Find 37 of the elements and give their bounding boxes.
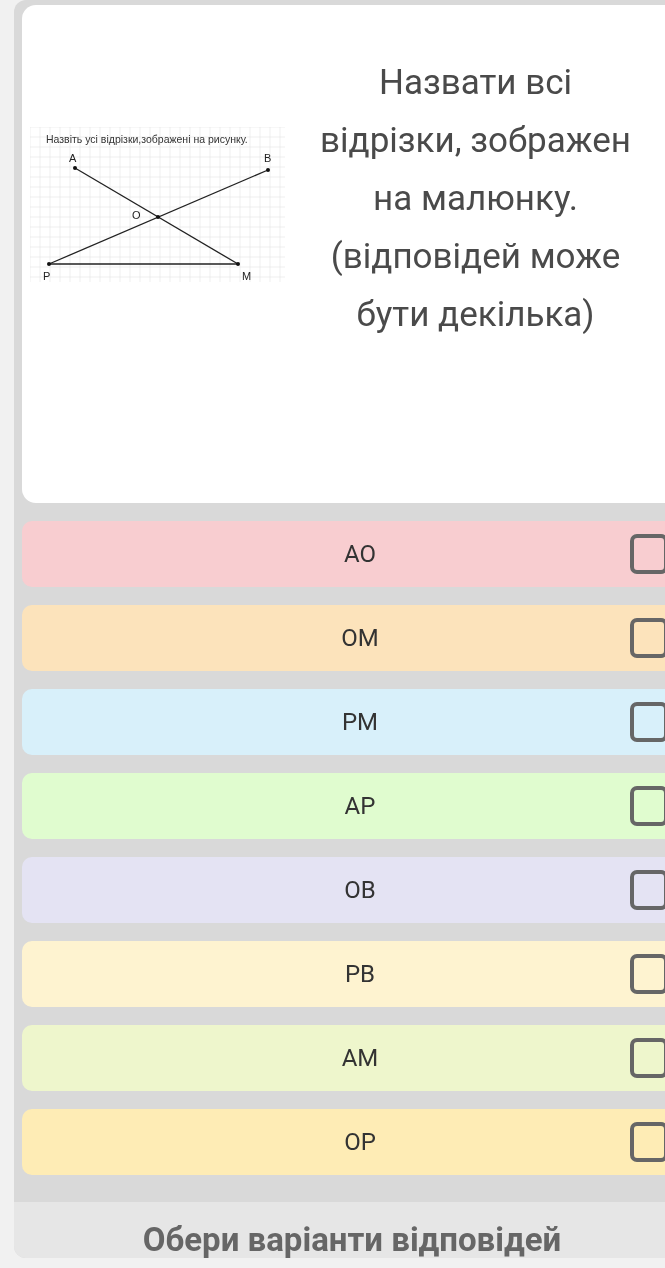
checkbox[interactable] — [630, 534, 665, 574]
option-label: OM — [340, 624, 380, 652]
checkbox[interactable] — [630, 870, 665, 910]
figure-caption: Назвіть усі відрізки,зображені на рисунку. — [46, 132, 248, 145]
option-label: AP — [343, 792, 377, 820]
option-label: OB — [343, 876, 377, 904]
option-label: PM — [340, 708, 380, 736]
checkbox[interactable] — [630, 702, 665, 742]
point-label: A — [69, 151, 77, 164]
question-text: Назвати всі відрізки, зображен на малюнку. (відповідей може бути декілька) — [319, 61, 632, 337]
checkbox[interactable] — [630, 1122, 665, 1162]
option-label: PB — [343, 960, 377, 988]
option-label: AO — [342, 540, 377, 568]
answer-option[interactable]: OP — [22, 1109, 665, 1175]
checkbox[interactable] — [630, 786, 665, 826]
point-label: M — [242, 269, 252, 282]
point-dot — [47, 261, 51, 266]
answer-option[interactable]: PM — [22, 689, 665, 755]
answer-option[interactable]: AM — [22, 1025, 665, 1091]
point-label: P — [43, 269, 51, 282]
checkbox[interactable] — [630, 618, 665, 658]
point-dot — [236, 261, 240, 266]
option-label: AM — [340, 1044, 380, 1072]
point-dot — [73, 165, 77, 170]
answer-option[interactable]: AO — [22, 521, 665, 587]
option-label: OP — [343, 1128, 377, 1156]
point-dot — [266, 167, 270, 172]
answer-option[interactable]: OM — [22, 605, 665, 671]
point-label: B — [264, 151, 272, 164]
instruction-text: Обери варіанти відповідей — [14, 1202, 665, 1258]
point-label: O — [132, 208, 141, 221]
answer-option[interactable]: PB — [22, 941, 665, 1007]
checkbox[interactable] — [630, 954, 665, 994]
point-dot — [156, 214, 160, 219]
checkbox[interactable] — [630, 1038, 665, 1078]
answer-option[interactable]: OB — [22, 857, 665, 923]
answer-option[interactable]: AP — [22, 773, 665, 839]
